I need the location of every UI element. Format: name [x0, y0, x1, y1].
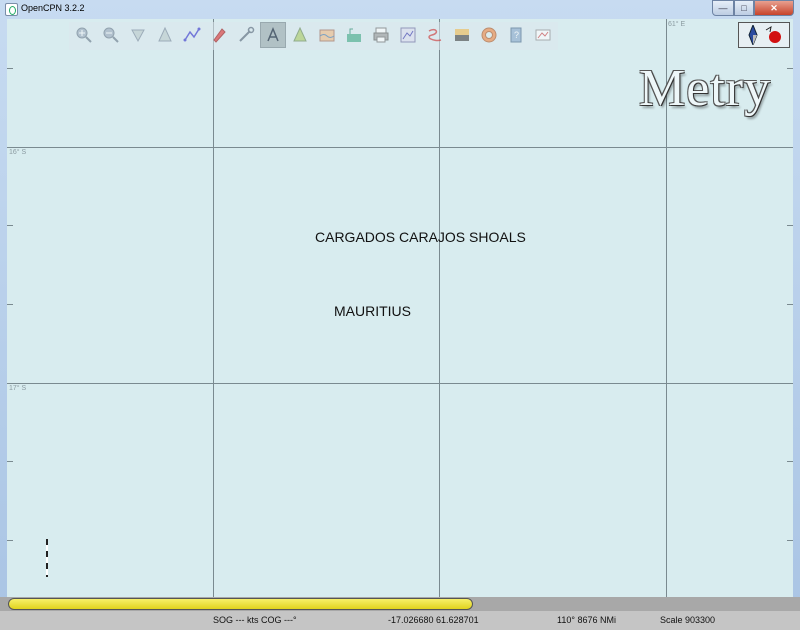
- color-scheme-icon: [455, 29, 469, 41]
- settings-button[interactable]: [233, 22, 259, 48]
- progress-area: [0, 597, 800, 611]
- minimize-button[interactable]: —: [712, 0, 734, 16]
- status-bar: SOG --- kts COG ---° -17.026680 61.62870…: [0, 611, 800, 630]
- lon-label-61e: 61° E: [668, 21, 686, 28]
- scale-in-button[interactable]: [125, 22, 151, 48]
- bearing-distance-readout: 110° 8676 NMi: [557, 615, 616, 625]
- close-button[interactable]: ✕: [754, 0, 794, 16]
- lat-tick: [7, 304, 13, 305]
- maximize-button[interactable]: □: [734, 0, 754, 16]
- route-manager-button[interactable]: [395, 22, 421, 48]
- ship-icon: [213, 28, 226, 43]
- lat-tick: [787, 461, 793, 462]
- zoom-in-button[interactable]: [71, 22, 97, 48]
- route-icon: [183, 27, 201, 42]
- color-scheme-button[interactable]: [449, 22, 475, 48]
- scale-out-icon: [158, 26, 172, 42]
- window-title: OpenCPN 3.2.2: [21, 3, 85, 13]
- lat-tick: [787, 68, 793, 69]
- meridian-line: [439, 19, 440, 597]
- place-label-mauritius: MAURITIUS: [334, 303, 411, 319]
- app-window: OpenCPN 3.2.2 — □ ✕ 16° S 17° S 61° E ? …: [0, 0, 800, 630]
- text-icon: [267, 27, 279, 42]
- main-toolbar: ?: [69, 22, 558, 50]
- lat-tick: [7, 540, 13, 541]
- record-icon: [765, 26, 781, 43]
- svg-text:?: ?: [514, 30, 519, 40]
- chart-icon: [347, 28, 361, 42]
- chart-canvas[interactable]: 16° S 17° S 61° E ? Metry CARGADOS CARAJ…: [7, 19, 793, 597]
- sog-cog-readout: SOG --- kts COG ---°: [213, 615, 297, 625]
- wrench-icon: [239, 26, 255, 42]
- compass-widget[interactable]: [738, 22, 790, 48]
- lifebuoy-icon: [481, 27, 497, 43]
- parallel-line: [7, 383, 793, 384]
- title-bar[interactable]: OpenCPN 3.2.2 — □ ✕: [0, 0, 800, 19]
- text-button[interactable]: [260, 22, 286, 48]
- help-icon: ?: [510, 27, 522, 43]
- zoom-out-button[interactable]: [98, 22, 124, 48]
- tide-button[interactable]: [314, 22, 340, 48]
- follow-ship-button[interactable]: [206, 22, 232, 48]
- lat-tick: [7, 461, 13, 462]
- meridian-line: [213, 19, 214, 597]
- help-button[interactable]: ?: [503, 22, 529, 48]
- chart-button[interactable]: [341, 22, 367, 48]
- current-button[interactable]: [287, 22, 313, 48]
- position-readout: -17.026680 61.628701: [388, 615, 479, 625]
- zoom-in-icon: [76, 27, 92, 43]
- scale-readout: Scale 903300: [660, 615, 716, 625]
- lat-tick: [7, 68, 13, 69]
- lat-tick: [787, 540, 793, 541]
- tide-icon: [319, 29, 335, 42]
- print-button[interactable]: [368, 22, 394, 48]
- lat-label-17s: 17° S: [9, 385, 27, 392]
- chart-overlay-title: Metry: [639, 60, 772, 117]
- lat-tick: [7, 225, 13, 226]
- parallel-line: [7, 147, 793, 148]
- lat-label-16s: 16° S: [9, 149, 27, 156]
- zoom-out-icon: [103, 27, 119, 43]
- app-icon: [5, 3, 18, 16]
- print-icon: [373, 27, 389, 43]
- scale-in-icon: [131, 29, 145, 43]
- lat-tick: [787, 225, 793, 226]
- place-label-cargados: CARGADOS CARAJOS SHOALS: [315, 229, 526, 245]
- about-button[interactable]: [530, 22, 556, 48]
- lat-tick: [787, 304, 793, 305]
- current-icon: [293, 26, 307, 42]
- compass-icon: [748, 25, 758, 45]
- about-icon: [535, 29, 551, 41]
- progress-bar: [8, 598, 473, 610]
- mob-button[interactable]: [476, 22, 502, 48]
- track-button[interactable]: [422, 22, 448, 48]
- scale-bar: [46, 539, 48, 577]
- window-controls: — □ ✕: [712, 0, 794, 16]
- scale-out-button[interactable]: [152, 22, 178, 48]
- route-manager-icon: [400, 27, 416, 43]
- track-icon: [428, 28, 442, 42]
- route-button[interactable]: [179, 22, 205, 48]
